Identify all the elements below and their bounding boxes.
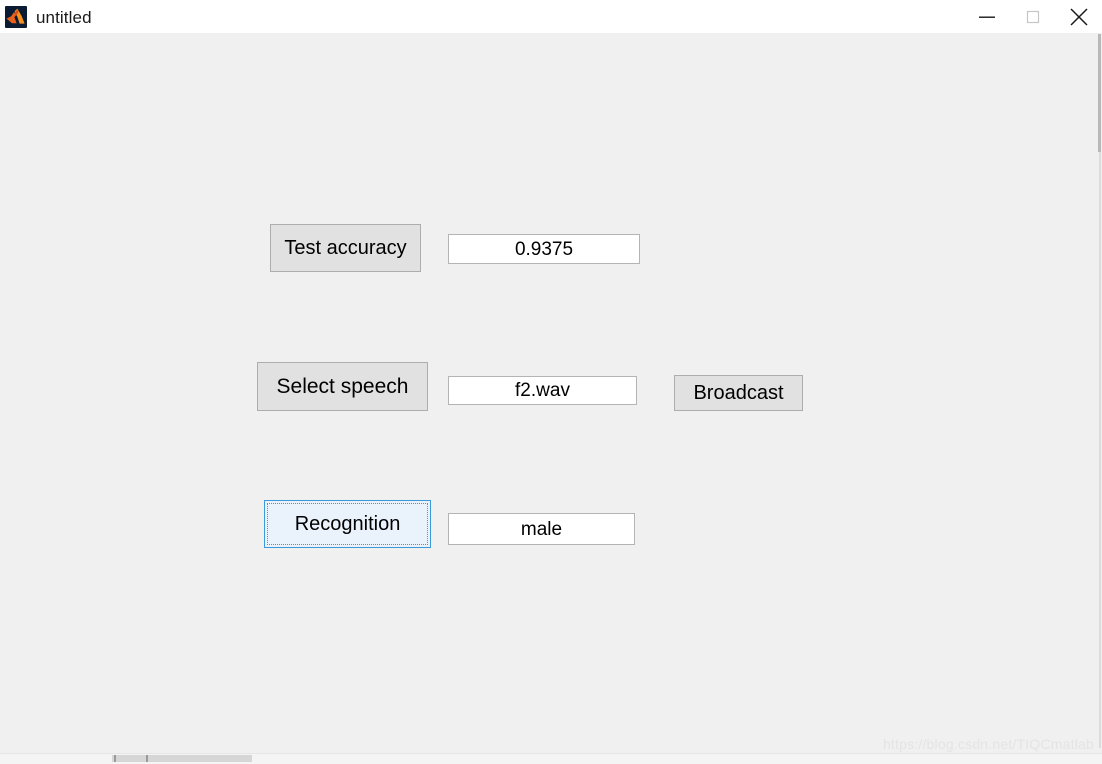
selected-speech-value: f2.wav bbox=[515, 381, 570, 400]
recognition-result-value: male bbox=[521, 520, 562, 539]
test-accuracy-button[interactable]: Test accuracy bbox=[270, 224, 421, 272]
vertical-scrollbar-thumb[interactable] bbox=[1098, 34, 1101, 152]
select-speech-button[interactable]: Select speech bbox=[257, 362, 428, 411]
maximize-icon bbox=[1020, 9, 1046, 25]
close-icon bbox=[1066, 6, 1092, 28]
select-speech-button-label: Select speech bbox=[277, 376, 409, 397]
client-area: Test accuracy 0.9375 Select speech f2.wa… bbox=[0, 34, 1102, 764]
minimize-icon bbox=[974, 10, 1000, 24]
test-accuracy-field[interactable]: 0.9375 bbox=[448, 234, 640, 264]
horizontal-scrollbar-thumb[interactable] bbox=[112, 755, 252, 762]
window-title: untitled bbox=[36, 9, 92, 26]
test-accuracy-button-label: Test accuracy bbox=[284, 238, 406, 258]
horizontal-scrollbar-grip bbox=[146, 755, 148, 762]
recognition-button-label: Recognition bbox=[295, 514, 401, 534]
horizontal-scrollbar-grip bbox=[114, 755, 116, 762]
window-controls bbox=[964, 0, 1102, 34]
vertical-scrollbar[interactable] bbox=[1098, 34, 1102, 748]
horizontal-scrollbar[interactable] bbox=[0, 753, 1102, 764]
test-accuracy-value: 0.9375 bbox=[515, 240, 573, 259]
broadcast-button[interactable]: Broadcast bbox=[674, 375, 803, 411]
recognition-button[interactable]: Recognition bbox=[264, 500, 431, 548]
minimize-button[interactable] bbox=[964, 0, 1010, 34]
title-bar: untitled bbox=[0, 0, 1102, 34]
matlab-membrane-icon bbox=[5, 6, 27, 28]
recognition-result-field[interactable]: male bbox=[448, 513, 635, 545]
application-window: untitled bbox=[0, 0, 1102, 764]
selected-speech-field[interactable]: f2.wav bbox=[448, 376, 637, 405]
figure-canvas: Test accuracy 0.9375 Select speech f2.wa… bbox=[0, 34, 1084, 750]
watermark: https://blog.csdn.net/TIQCmatlab bbox=[883, 736, 1094, 752]
maximize-button[interactable] bbox=[1010, 0, 1056, 34]
broadcast-button-label: Broadcast bbox=[693, 383, 783, 403]
close-button[interactable] bbox=[1056, 0, 1102, 34]
